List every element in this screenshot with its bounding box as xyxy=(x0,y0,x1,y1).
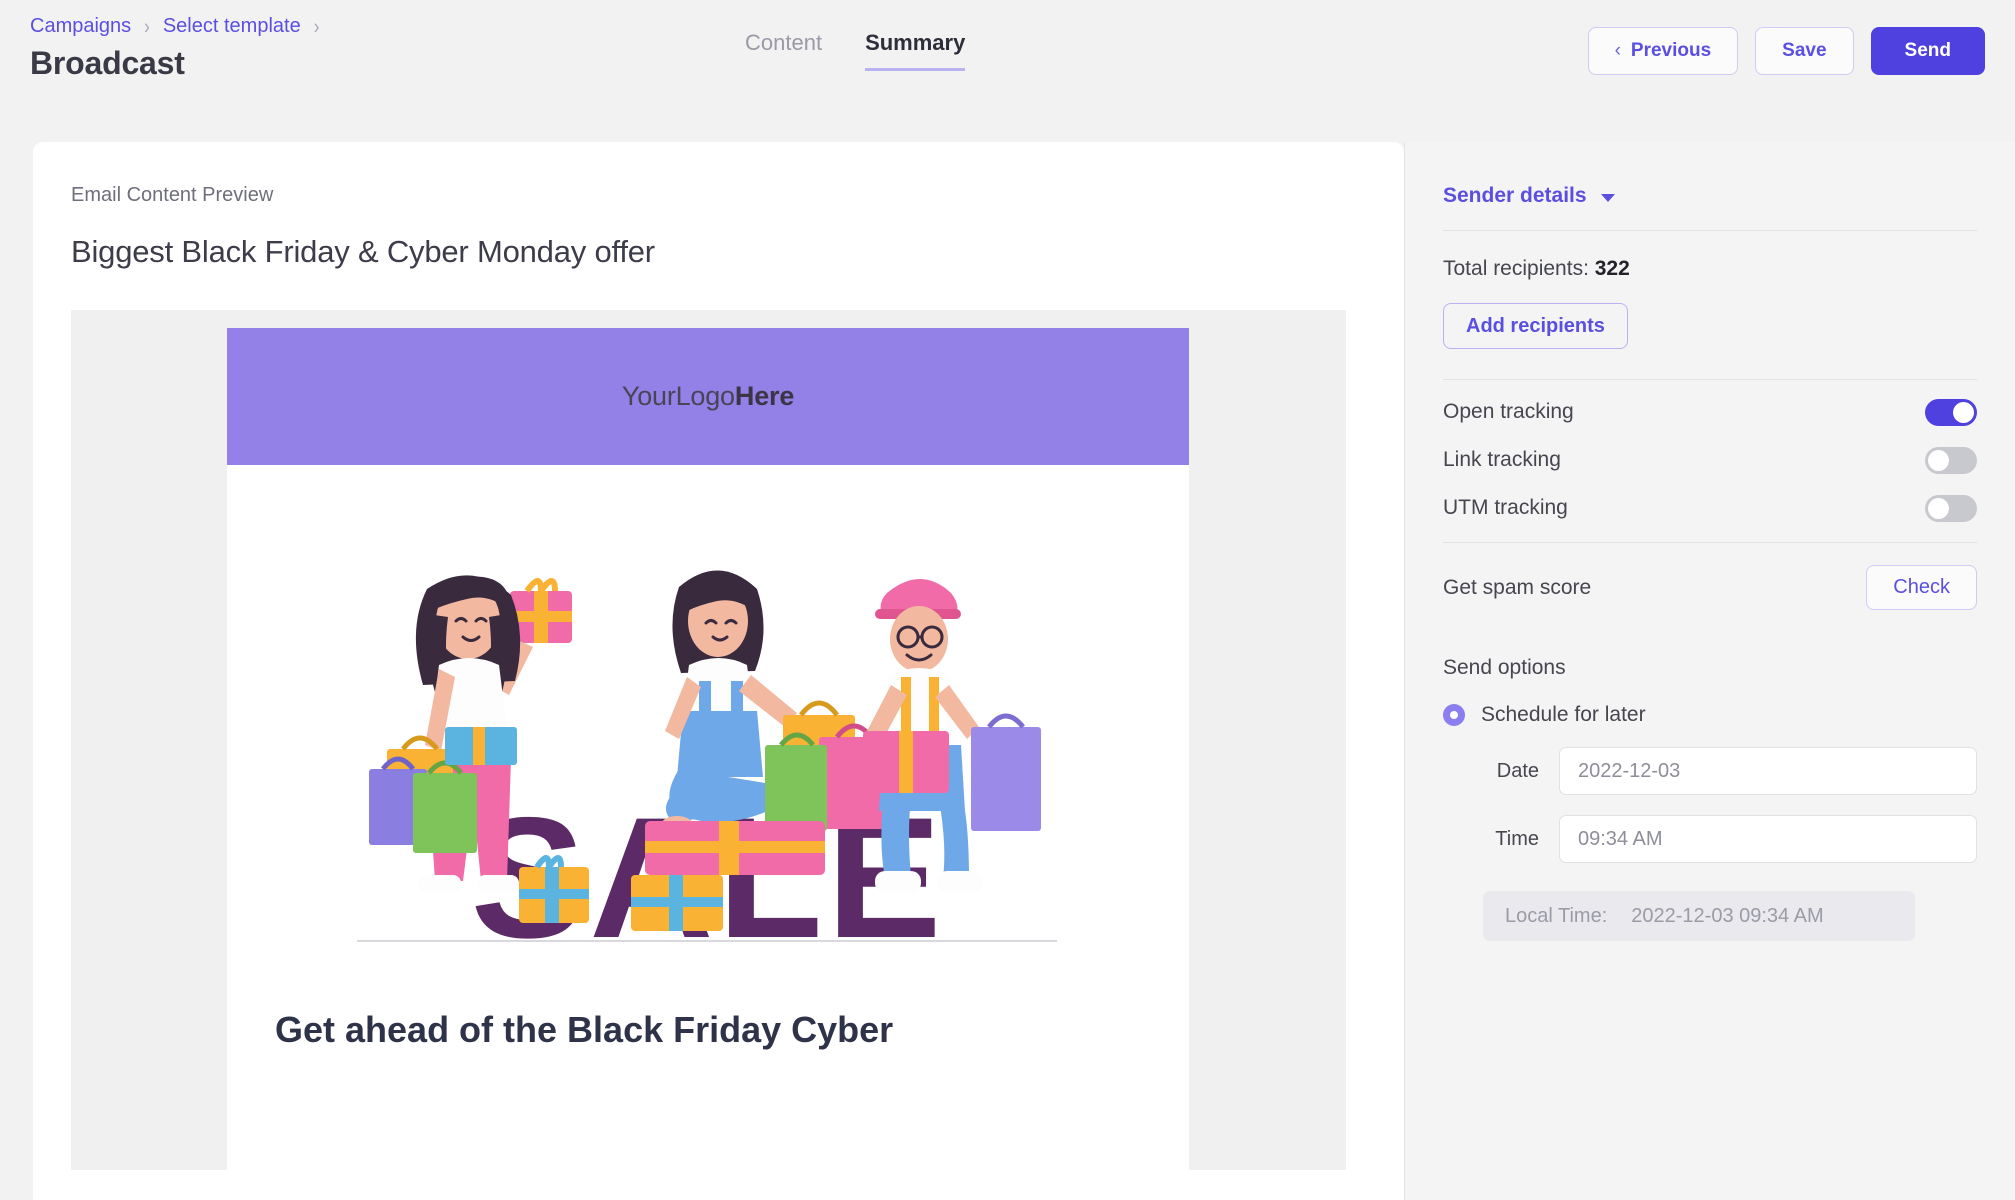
utm-tracking-row: UTM tracking xyxy=(1443,484,1977,532)
toggle-knob xyxy=(1953,401,1974,423)
breadcrumb: Campaigns › Select template › xyxy=(30,14,320,38)
header-actions: ‹ Previous Save Send xyxy=(1587,27,1985,75)
top-bar: Campaigns › Select template › Broadcast … xyxy=(0,0,2015,142)
toggle-knob xyxy=(1928,497,1949,519)
tab-content[interactable]: Content xyxy=(745,32,822,71)
open-tracking-label: Open tracking xyxy=(1443,400,1574,423)
open-tracking-row: Open tracking xyxy=(1443,388,1977,436)
schedule-for-later-label: Schedule for later xyxy=(1481,703,1646,726)
email-logo-banner: YourLogoHere xyxy=(227,328,1189,465)
email-logo-bold: Here xyxy=(734,381,795,411)
divider xyxy=(1443,542,1977,543)
sale-illustration: SALE xyxy=(227,469,1189,999)
spam-score-row: Get spam score Check xyxy=(1443,565,1977,610)
time-row: Time 09:34 AM xyxy=(1443,815,1977,863)
utm-tracking-toggle[interactable] xyxy=(1925,494,1977,522)
utm-tracking-label: UTM tracking xyxy=(1443,496,1568,519)
previous-button[interactable]: ‹ Previous xyxy=(1587,27,1739,75)
time-input[interactable]: 09:34 AM xyxy=(1559,815,1977,863)
email-body: YourLogoHere SALE xyxy=(227,328,1189,1170)
summary-sidebar: Sender details Total recipients: 322 Add… xyxy=(1404,142,2015,1200)
body-wrapper: Email Content Preview Biggest Black Frid… xyxy=(0,142,2015,1200)
local-time-display: Local Time: 2022-12-03 09:34 AM xyxy=(1483,891,1915,941)
previous-button-label: Previous xyxy=(1630,40,1712,61)
email-preview-card: Email Content Preview Biggest Black Frid… xyxy=(33,142,1404,1200)
time-value: 09:34 AM xyxy=(1578,827,1663,850)
total-recipients-value: 322 xyxy=(1594,257,1630,280)
total-recipients-label: Total recipients: xyxy=(1443,257,1589,280)
check-spam-button[interactable]: Check xyxy=(1866,565,1977,610)
open-tracking-toggle[interactable] xyxy=(1925,398,1977,426)
email-logo-light: YourLogo xyxy=(621,381,735,411)
save-button-label: Save xyxy=(1782,40,1827,61)
link-tracking-row: Link tracking xyxy=(1443,436,1977,484)
divider xyxy=(1443,230,1977,231)
breadcrumb-separator-icon: › xyxy=(313,14,320,38)
add-recipients-button[interactable]: Add recipients xyxy=(1443,303,1628,349)
email-preview-stage: YourLogoHere SALE xyxy=(71,310,1346,1170)
sale-illustration-svg: SALE xyxy=(357,570,1057,974)
schedule-for-later-option[interactable]: Schedule for later xyxy=(1443,703,1977,727)
send-button[interactable]: Send xyxy=(1870,27,1985,75)
tab-summary[interactable]: Summary xyxy=(865,32,966,71)
chevron-down-icon xyxy=(1600,193,1615,202)
date-input[interactable]: 2022-12-03 xyxy=(1559,747,1977,795)
local-time-label: Local Time: xyxy=(1505,904,1608,927)
link-tracking-label: Link tracking xyxy=(1443,448,1561,471)
save-button[interactable]: Save xyxy=(1755,27,1854,75)
total-recipients: Total recipients: 322 xyxy=(1443,257,1977,281)
send-button-label: Send xyxy=(1904,40,1951,61)
email-headline: Get ahead of the Black Friday Cyber xyxy=(275,1009,894,1050)
add-recipients-label: Add recipients xyxy=(1466,314,1605,337)
tab-bar: Content Summary xyxy=(745,32,966,71)
check-button-label: Check xyxy=(1893,576,1950,598)
breadcrumb-item-select-template[interactable]: Select template xyxy=(163,15,301,38)
divider xyxy=(1443,379,1977,380)
toggle-knob xyxy=(1928,449,1949,471)
breadcrumb-separator-icon: › xyxy=(144,14,150,38)
send-options-label: Send options xyxy=(1443,656,1566,679)
local-time-value: 2022-12-03 09:34 AM xyxy=(1631,904,1824,927)
breadcrumb-item-campaigns[interactable]: Campaigns xyxy=(30,15,131,38)
schedule-radio-icon[interactable] xyxy=(1443,704,1465,726)
chevron-left-icon: ‹ xyxy=(1614,40,1621,61)
page-title: Broadcast xyxy=(30,45,185,81)
email-logo: YourLogoHere xyxy=(622,381,794,412)
link-tracking-toggle[interactable] xyxy=(1925,446,1977,474)
sender-details-label: Sender details xyxy=(1443,184,1587,207)
email-subject: Biggest Black Friday & Cyber Monday offe… xyxy=(71,234,655,269)
time-label: Time xyxy=(1495,827,1539,850)
sender-details-toggle[interactable]: Sender details xyxy=(1443,184,1977,208)
radio-dot xyxy=(1450,711,1458,719)
date-value: 2022-12-03 xyxy=(1578,759,1681,782)
spam-score-label: Get spam score xyxy=(1443,575,1592,599)
preview-section-label: Email Content Preview xyxy=(71,184,274,206)
date-label: Date xyxy=(1496,759,1539,782)
date-row: Date 2022-12-03 xyxy=(1443,747,1977,795)
